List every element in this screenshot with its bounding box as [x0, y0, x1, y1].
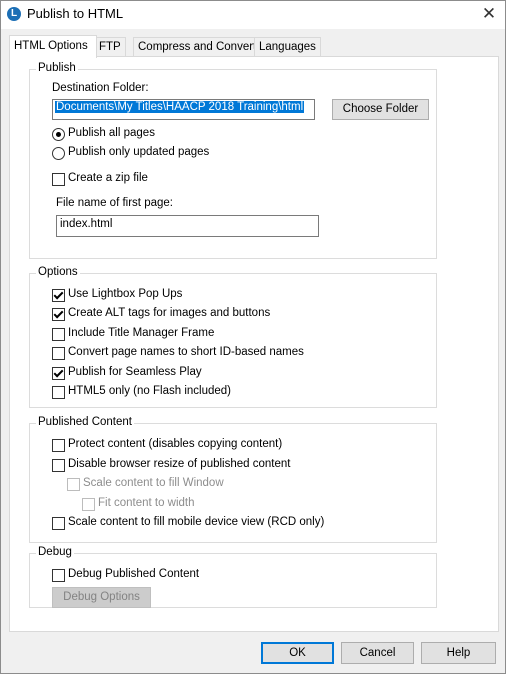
- alt-tags-checkbox[interactable]: [52, 308, 65, 321]
- publish-all-label: Publish all pages: [68, 127, 155, 139]
- disable-resize-checkbox[interactable]: [52, 459, 65, 472]
- scale-mobile-checkbox[interactable]: [52, 517, 65, 530]
- close-button[interactable]: ✕: [473, 1, 505, 29]
- destination-folder-label: Destination Folder:: [52, 82, 149, 94]
- title-manager-label: Include Title Manager Frame: [68, 327, 215, 339]
- create-zip-label: Create a zip file: [68, 172, 148, 184]
- debug-published-checkbox[interactable]: [52, 569, 65, 582]
- title-manager-checkbox[interactable]: [52, 328, 65, 341]
- html5-only-checkbox[interactable]: [52, 386, 65, 399]
- alt-tags-label: Create ALT tags for images and buttons: [68, 307, 271, 319]
- destination-folder-value: Documents\My Titles\HAACP 2018 Training\…: [55, 101, 305, 113]
- publish-group: Publish Destination Folder: Documents\My…: [29, 62, 437, 259]
- html-options-panel: Publish Destination Folder: Documents\My…: [9, 56, 499, 632]
- scale-mobile-label: Scale content to fill mobile device view…: [68, 516, 325, 528]
- app-logo-icon: L: [7, 7, 21, 21]
- fit-width-checkbox[interactable]: [82, 498, 95, 511]
- lightbox-checkbox[interactable]: [52, 289, 65, 302]
- protect-content-checkbox[interactable]: [52, 439, 65, 452]
- close-icon: ✕: [481, 4, 497, 23]
- published-content-group-label: Published Content: [36, 416, 134, 428]
- disable-resize-label: Disable browser resize of published cont…: [68, 458, 291, 470]
- seamless-play-label: Publish for Seamless Play: [68, 366, 202, 378]
- html5-only-label: HTML5 only (no Flash included): [68, 385, 231, 397]
- fit-width-label: Fit content to width: [98, 497, 195, 509]
- tab-compress-convert[interactable]: Compress and Convert: [133, 37, 262, 56]
- published-content-group: Published Content Protect content (disab…: [29, 416, 437, 543]
- debug-options-button[interactable]: Debug Options: [52, 587, 151, 608]
- publish-updated-label: Publish only updated pages: [68, 146, 210, 158]
- help-button[interactable]: Help: [421, 642, 496, 664]
- create-zip-checkbox[interactable]: [52, 173, 65, 186]
- publish-updated-radio[interactable]: [52, 147, 65, 160]
- ok-button[interactable]: OK: [261, 642, 334, 664]
- destination-folder-input[interactable]: Documents\My Titles\HAACP 2018 Training\…: [52, 99, 315, 120]
- debug-published-label: Debug Published Content: [68, 568, 200, 580]
- options-group: Options Use Lightbox Pop Ups Create ALT …: [29, 266, 437, 408]
- debug-group-label: Debug: [36, 546, 74, 558]
- title-bar: L Publish to HTML ✕: [1, 1, 505, 29]
- publish-group-label: Publish: [36, 62, 78, 74]
- tab-html-options[interactable]: HTML Options: [9, 35, 97, 58]
- first-page-input[interactable]: index.html: [56, 215, 319, 237]
- choose-folder-button[interactable]: Choose Folder: [332, 99, 429, 120]
- lightbox-label: Use Lightbox Pop Ups: [68, 288, 183, 300]
- protect-content-label: Protect content (disables copying conten…: [68, 438, 283, 450]
- tab-languages[interactable]: Languages: [254, 37, 321, 56]
- publish-dialog: L Publish to HTML ✕ HTML Options FTP Com…: [0, 0, 506, 674]
- short-names-label: Convert page names to short ID-based nam…: [68, 346, 304, 358]
- publish-all-radio[interactable]: [52, 128, 65, 141]
- scale-window-checkbox[interactable]: [67, 478, 80, 491]
- short-names-checkbox[interactable]: [52, 347, 65, 360]
- window-title: Publish to HTML: [27, 6, 124, 21]
- seamless-play-checkbox[interactable]: [52, 367, 65, 380]
- debug-group: Debug Debug Published Content Debug Opti…: [29, 546, 437, 608]
- scale-window-label: Scale content to fill Window: [83, 477, 224, 489]
- first-page-label: File name of first page:: [56, 197, 173, 209]
- options-group-label: Options: [36, 266, 80, 278]
- tab-ftp[interactable]: FTP: [94, 37, 126, 56]
- cancel-button[interactable]: Cancel: [341, 642, 414, 664]
